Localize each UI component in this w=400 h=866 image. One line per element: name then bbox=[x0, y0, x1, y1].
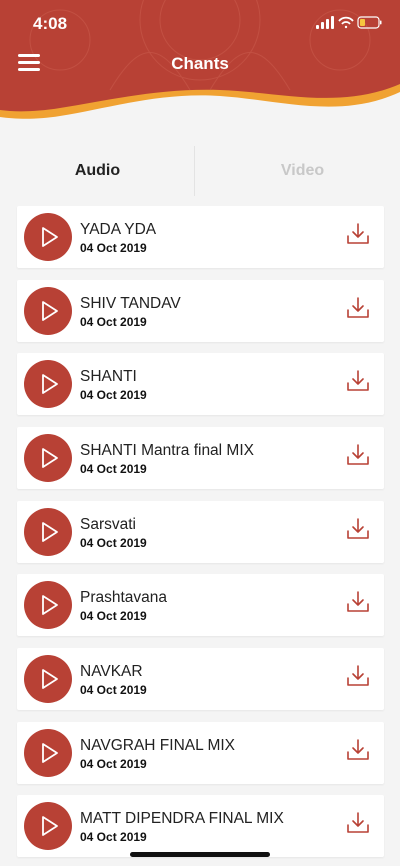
tab-video[interactable]: Video bbox=[205, 146, 400, 196]
play-icon bbox=[42, 595, 58, 615]
download-icon[interactable] bbox=[346, 664, 370, 688]
app-header: 4:08 Chants bbox=[0, 0, 400, 132]
play-button[interactable] bbox=[24, 213, 72, 261]
home-indicator[interactable] bbox=[130, 852, 270, 857]
item-title: NAVGRAH FINAL MIX bbox=[80, 737, 236, 754]
play-button[interactable] bbox=[24, 655, 72, 703]
download-icon[interactable] bbox=[346, 517, 370, 541]
play-icon bbox=[42, 448, 58, 468]
item-date: 04 Oct 2019 bbox=[80, 683, 147, 697]
tab-divider bbox=[194, 146, 195, 196]
download-icon[interactable] bbox=[346, 443, 370, 467]
list-item[interactable]: YADA YDA 04 Oct 2019 bbox=[17, 206, 384, 268]
play-icon bbox=[42, 522, 58, 542]
list-item[interactable]: Prashtavana 04 Oct 2019 bbox=[17, 574, 384, 636]
play-button[interactable] bbox=[24, 802, 72, 850]
page-title: Chants bbox=[171, 54, 229, 73]
list-item[interactable]: Sarsvati 04 Oct 2019 bbox=[17, 501, 384, 563]
item-title: MATT DIPENDRA FINAL MIX bbox=[80, 810, 284, 827]
item-title: NAVKAR bbox=[80, 663, 143, 680]
item-date: 04 Oct 2019 bbox=[80, 830, 147, 844]
play-icon bbox=[42, 816, 58, 836]
play-button[interactable] bbox=[24, 287, 72, 335]
status-time: 4:08 bbox=[33, 14, 68, 33]
list-item[interactable]: MATT DIPENDRA FINAL MIX 04 Oct 2019 bbox=[17, 795, 384, 857]
item-date: 04 Oct 2019 bbox=[80, 388, 147, 402]
download-icon[interactable] bbox=[346, 296, 370, 320]
item-date: 04 Oct 2019 bbox=[80, 462, 147, 476]
battery-icon bbox=[357, 16, 382, 29]
item-date: 04 Oct 2019 bbox=[80, 241, 147, 255]
list-item[interactable]: SHANTI 04 Oct 2019 bbox=[17, 353, 384, 415]
play-button[interactable] bbox=[24, 729, 72, 777]
play-icon bbox=[42, 669, 58, 689]
play-icon bbox=[42, 374, 58, 394]
play-button[interactable] bbox=[24, 434, 72, 482]
tab-audio[interactable]: Audio bbox=[0, 146, 195, 196]
download-icon[interactable] bbox=[346, 222, 370, 246]
download-icon[interactable] bbox=[346, 590, 370, 614]
list-item[interactable]: SHANTI Mantra final MIX 04 Oct 2019 bbox=[17, 427, 384, 489]
play-icon bbox=[42, 227, 58, 247]
item-title: SHANTI bbox=[80, 368, 137, 385]
tab-bar: Audio Video bbox=[0, 146, 400, 196]
download-icon[interactable] bbox=[346, 369, 370, 393]
wifi-icon bbox=[338, 16, 354, 29]
play-button[interactable] bbox=[24, 581, 72, 629]
item-title: Sarsvati bbox=[80, 516, 136, 533]
item-date: 04 Oct 2019 bbox=[80, 536, 147, 550]
play-icon bbox=[42, 743, 58, 763]
item-date: 04 Oct 2019 bbox=[80, 315, 147, 329]
item-title: SHANTI Mantra final MIX bbox=[80, 442, 254, 459]
download-icon[interactable] bbox=[346, 738, 370, 762]
item-date: 04 Oct 2019 bbox=[80, 609, 147, 623]
signal-icon bbox=[316, 16, 334, 29]
item-title: SHIV TANDAV bbox=[80, 295, 181, 312]
play-icon bbox=[42, 301, 58, 321]
list-item[interactable]: NAVKAR 04 Oct 2019 bbox=[17, 648, 384, 710]
item-title: Prashtavana bbox=[80, 589, 168, 606]
download-icon[interactable] bbox=[346, 811, 370, 835]
play-button[interactable] bbox=[24, 508, 72, 556]
list-item[interactable]: SHIV TANDAV 04 Oct 2019 bbox=[17, 280, 384, 342]
list-item[interactable]: NAVGRAH FINAL MIX 04 Oct 2019 bbox=[17, 722, 384, 784]
play-button[interactable] bbox=[24, 360, 72, 408]
item-date: 04 Oct 2019 bbox=[80, 757, 147, 771]
item-title: YADA YDA bbox=[80, 221, 157, 238]
status-bar: 4:08 bbox=[0, 0, 400, 44]
status-icons bbox=[316, 16, 382, 29]
